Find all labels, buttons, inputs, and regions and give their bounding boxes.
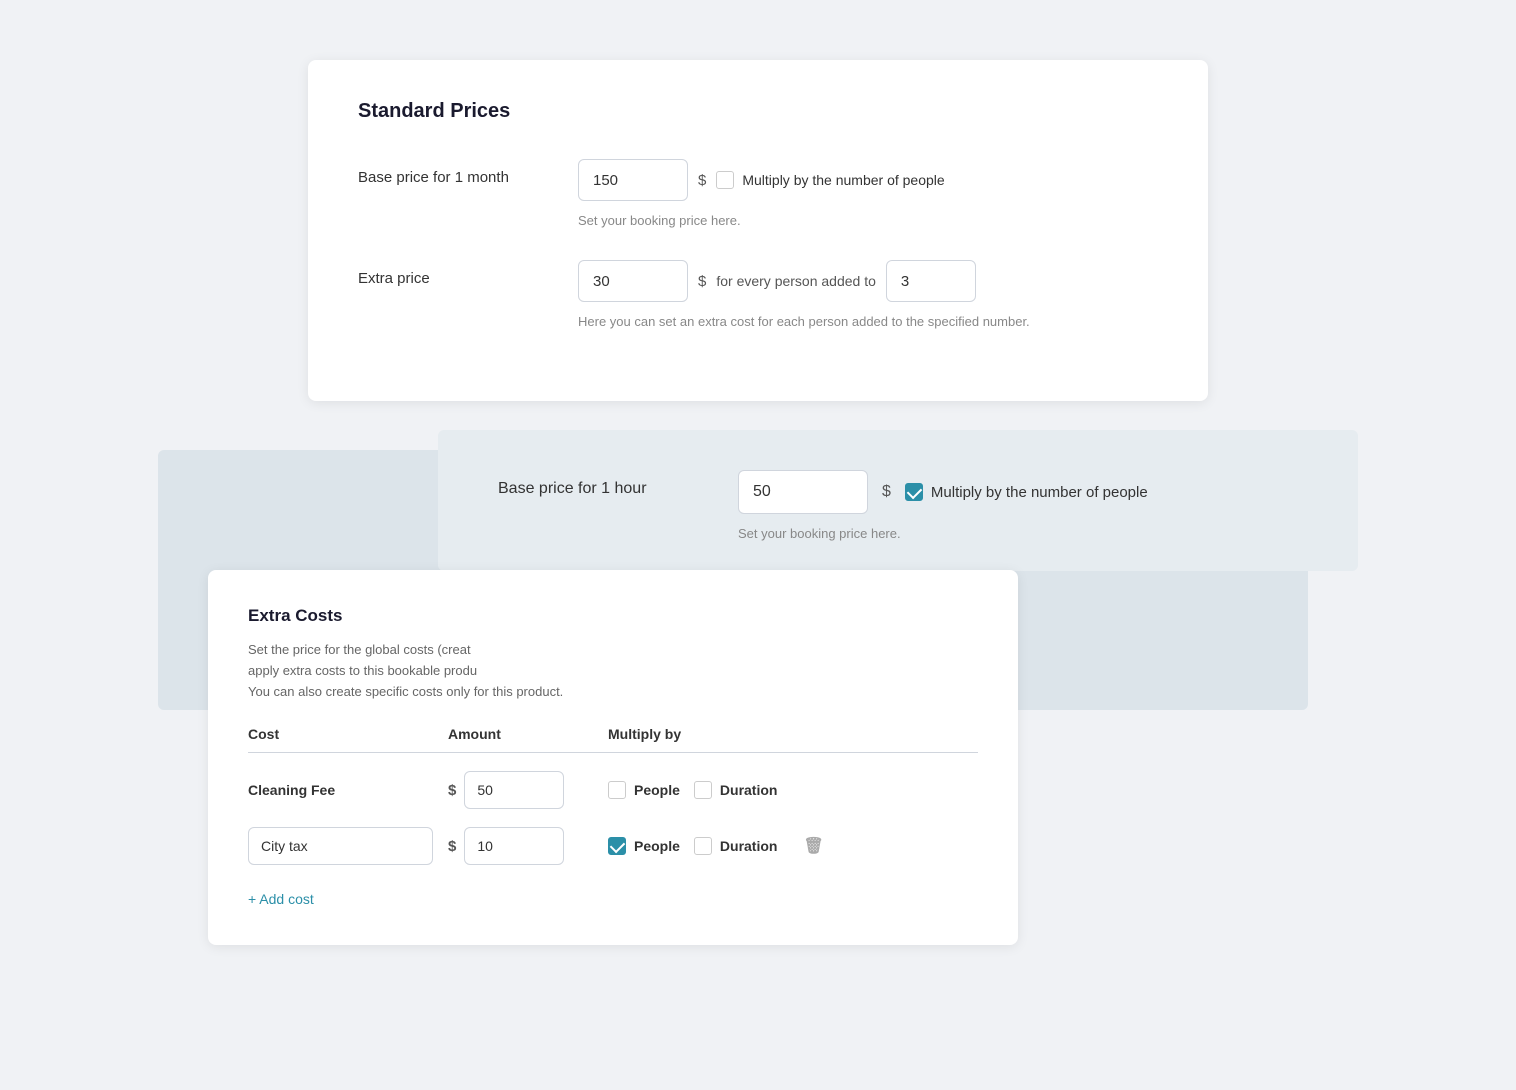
extra-costs-card: Extra Costs Set the price for the global… bbox=[208, 570, 1018, 945]
base-price-hour-input[interactable] bbox=[738, 470, 868, 514]
city-tax-multiply: People Duration 🗑 bbox=[608, 836, 978, 856]
cleaning-fee-people-text: People bbox=[634, 782, 680, 798]
city-tax-people-label[interactable]: People bbox=[608, 837, 680, 855]
col-header-amount: Amount bbox=[448, 726, 608, 742]
city-tax-row: $ People Duration 🗑 bbox=[248, 827, 978, 865]
multiply-people-month-label[interactable]: Multiply by the number of people bbox=[716, 171, 944, 189]
base-price-month-row: Base price for 1 month $ Multiply by the… bbox=[358, 159, 1158, 228]
cleaning-fee-people-checkbox[interactable] bbox=[608, 781, 626, 799]
cleaning-fee-row: Cleaning Fee $ People Duration bbox=[248, 771, 978, 809]
city-tax-duration-text: Duration bbox=[720, 838, 778, 854]
city-tax-name-wrapper bbox=[248, 827, 448, 865]
base-price-hour-currency: $ bbox=[882, 483, 891, 501]
standard-prices-title: Standard Prices bbox=[358, 100, 1158, 123]
multiply-people-hour-text: Multiply by the number of people bbox=[931, 484, 1148, 501]
cleaning-fee-name: Cleaning Fee bbox=[248, 782, 448, 798]
hour-section: Base price for 1 hour $ Multiply by the … bbox=[438, 430, 1358, 571]
col-header-cost: Cost bbox=[248, 726, 448, 742]
extra-price-label: Extra price bbox=[358, 260, 578, 287]
cleaning-fee-amount-wrapper: $ bbox=[448, 771, 608, 809]
city-tax-amount-input[interactable] bbox=[464, 827, 564, 865]
city-tax-duration-label[interactable]: Duration bbox=[694, 837, 778, 855]
base-price-hour-controls: $ Multiply by the number of people bbox=[738, 470, 1298, 514]
base-price-month-controls: $ Multiply by the number of people Set y… bbox=[578, 159, 945, 228]
extra-price-hint: Here you can set an extra cost for each … bbox=[578, 314, 1030, 329]
extra-price-middle-text: for every person added to bbox=[716, 273, 876, 289]
city-tax-currency: $ bbox=[448, 838, 456, 855]
multiply-people-month-checkbox[interactable] bbox=[716, 171, 734, 189]
costs-table-header: Cost Amount Multiply by bbox=[248, 726, 978, 753]
city-tax-amount-wrapper: $ bbox=[448, 827, 608, 865]
base-price-month-label: Base price for 1 month bbox=[358, 159, 578, 186]
extra-price-row: Extra price $ for every person added to … bbox=[358, 260, 1158, 329]
cleaning-fee-duration-text: Duration bbox=[720, 782, 778, 798]
cleaning-fee-currency: $ bbox=[448, 782, 456, 799]
add-cost-link[interactable]: + Add cost bbox=[248, 891, 314, 907]
cleaning-fee-duration-label[interactable]: Duration bbox=[694, 781, 778, 799]
extra-price-currency: $ bbox=[698, 273, 706, 290]
base-price-hour-row: Base price for 1 hour $ Multiply by the … bbox=[498, 470, 1298, 514]
city-tax-people-checkbox[interactable] bbox=[608, 837, 626, 855]
cleaning-fee-multiply: People Duration bbox=[608, 781, 978, 799]
extra-costs-desc: Set the price for the global costs (crea… bbox=[248, 640, 978, 702]
city-tax-name-input[interactable] bbox=[248, 827, 433, 865]
multiply-people-month-text: Multiply by the number of people bbox=[742, 172, 944, 188]
base-price-hour-hint: Set your booking price here. bbox=[738, 526, 1298, 541]
base-price-month-currency: $ bbox=[698, 172, 706, 189]
multiply-people-hour-checkbox[interactable] bbox=[905, 483, 923, 501]
col-header-multiply: Multiply by bbox=[608, 726, 978, 742]
base-price-month-hint: Set your booking price here. bbox=[578, 213, 945, 228]
cleaning-fee-amount-input[interactable] bbox=[464, 771, 564, 809]
extra-costs-title: Extra Costs bbox=[248, 606, 978, 626]
extra-price-person-input[interactable] bbox=[886, 260, 976, 302]
cleaning-fee-people-label[interactable]: People bbox=[608, 781, 680, 799]
multiply-people-hour-label[interactable]: Multiply by the number of people bbox=[905, 483, 1148, 501]
city-tax-delete-icon[interactable]: 🗑 bbox=[803, 836, 823, 856]
base-price-month-input[interactable] bbox=[578, 159, 688, 201]
extra-price-input[interactable] bbox=[578, 260, 688, 302]
extra-price-controls: $ for every person added to Here you can… bbox=[578, 260, 1030, 329]
cleaning-fee-duration-checkbox[interactable] bbox=[694, 781, 712, 799]
city-tax-people-text: People bbox=[634, 838, 680, 854]
base-price-hour-label: Base price for 1 hour bbox=[498, 470, 738, 498]
city-tax-duration-checkbox[interactable] bbox=[694, 837, 712, 855]
